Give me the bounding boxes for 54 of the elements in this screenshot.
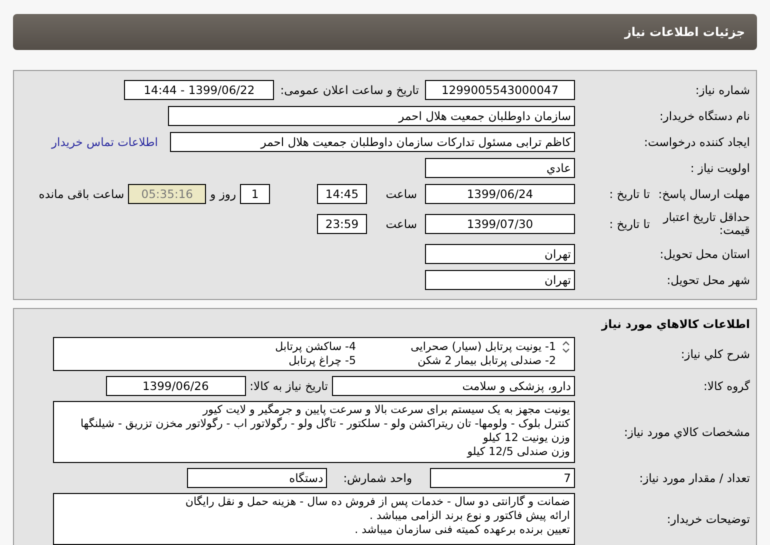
- quantity-field: 7: [430, 468, 575, 488]
- scroll-arrows-icon[interactable]: [562, 341, 570, 353]
- text-line: ارائه پیش فاکتور و نوع برند الزامی میباشد .: [368, 509, 570, 523]
- need-date-field: 1399/06/26: [106, 376, 246, 396]
- need-number-field: 1299005543000047: [425, 80, 575, 100]
- date-field: 1399/07/30: [425, 214, 575, 234]
- field-label: تاریخ نیاز به کالا:: [250, 379, 328, 393]
- text-line: وزن یونیت 12 کیلو: [482, 431, 570, 445]
- city-field: تهران: [425, 270, 575, 290]
- field-label: توضیحات خریدار:: [666, 512, 750, 526]
- field-label: ایجاد کننده درخواست:: [643, 136, 750, 148]
- text-line: کنترل بلوک - ولومها- تان ریتراکشن ولو - سلکتور - تاگل ولو - رگولاتور اب - رگولاتور مخزن تزریق - شیلنگها: [79, 417, 570, 431]
- buyer-org-field: سازمان داوطلبان جمعیت هلال احمر: [168, 106, 575, 126]
- field-label: روز و: [210, 187, 236, 201]
- field-label: واحد شمارش:: [343, 471, 412, 485]
- text-line: وزن صندلی 12/5 کیلو: [466, 445, 570, 459]
- field-label: اولویت نیاز :: [689, 162, 750, 174]
- countdown-field: 05:35:16: [128, 184, 206, 204]
- time-field: 14:45: [317, 184, 367, 204]
- field-label: استان محل تحویل:: [658, 248, 750, 260]
- page-title: جزئیات اطلاعات نیاز: [624, 25, 745, 39]
- field-label: شماره نیاز:: [694, 84, 750, 96]
- days-field: 1: [240, 184, 270, 204]
- announce-date-field: 1399/06/22 - 14:44: [124, 80, 274, 100]
- field-label: ساعت: [384, 187, 418, 201]
- field-label: ساعت: [384, 217, 418, 231]
- field-label: گروه کالا:: [702, 380, 750, 392]
- description-item: 1- یونیت پرتابل (سیار) صحرایی: [410, 340, 556, 354]
- field-label: تا تاریخ :: [608, 187, 650, 201]
- section-title: اطلاعات کالاهاي مورد نیاز: [600, 316, 750, 333]
- field-label: شهر محل تحویل:: [666, 274, 750, 286]
- description-item: 2- صندلی پرتابل بیمار 2 شکن: [416, 354, 556, 368]
- field-label: مهلت ارسال پاسخ:: [657, 188, 750, 200]
- field-label: تعداد / مقدار مورد نیاز:: [638, 472, 750, 484]
- contact-link[interactable]: اطلاعات تماس خریدار: [51, 135, 158, 149]
- date-field: 1399/06/24: [425, 184, 575, 204]
- field-label: نام دستگاه خریدار:: [658, 110, 750, 122]
- field-label: مشخصات کالاي مورد نیاز:: [622, 426, 750, 438]
- field-label: حداقل تاریخ اعتبار قیمت:: [662, 211, 750, 237]
- unit-field: دستگاه: [187, 468, 328, 488]
- text-line: یونیت مجهز به یک سیستم برای سرعت بالا و سرعت پایین و جرمگیر و لایت کیور: [201, 403, 570, 417]
- time-field: 23:59: [317, 214, 367, 234]
- description-item: 5- چراغ پرتابل: [288, 354, 356, 368]
- text-line: ضمانت و گارانتی دو سال - خدمات پس از فروش ده سال - هزینه حمل و نقل رایگان: [184, 495, 570, 509]
- priority-field: عادي: [425, 158, 575, 178]
- text-line: تعیین برنده برعهده کمیته فنی سازمان میباشد .: [354, 523, 570, 537]
- field-label: تاریخ و ساعت اعلان عمومی:: [280, 83, 419, 97]
- province-field: تهران: [425, 244, 575, 264]
- field-label: تا تاریخ :: [608, 217, 650, 231]
- field-label: ساعت باقی مانده: [38, 187, 124, 201]
- goods-group-field: دارو، پزشکی و سلامت: [332, 376, 575, 396]
- requester-field: کاظم ترابی مسئول تدارکات سازمان داوطلبان جمعیت هلال احمر: [170, 132, 575, 152]
- description-item: 4- ساکشن پرتابل: [275, 340, 356, 354]
- field-label: شرح کلي نیاز:: [680, 348, 750, 360]
